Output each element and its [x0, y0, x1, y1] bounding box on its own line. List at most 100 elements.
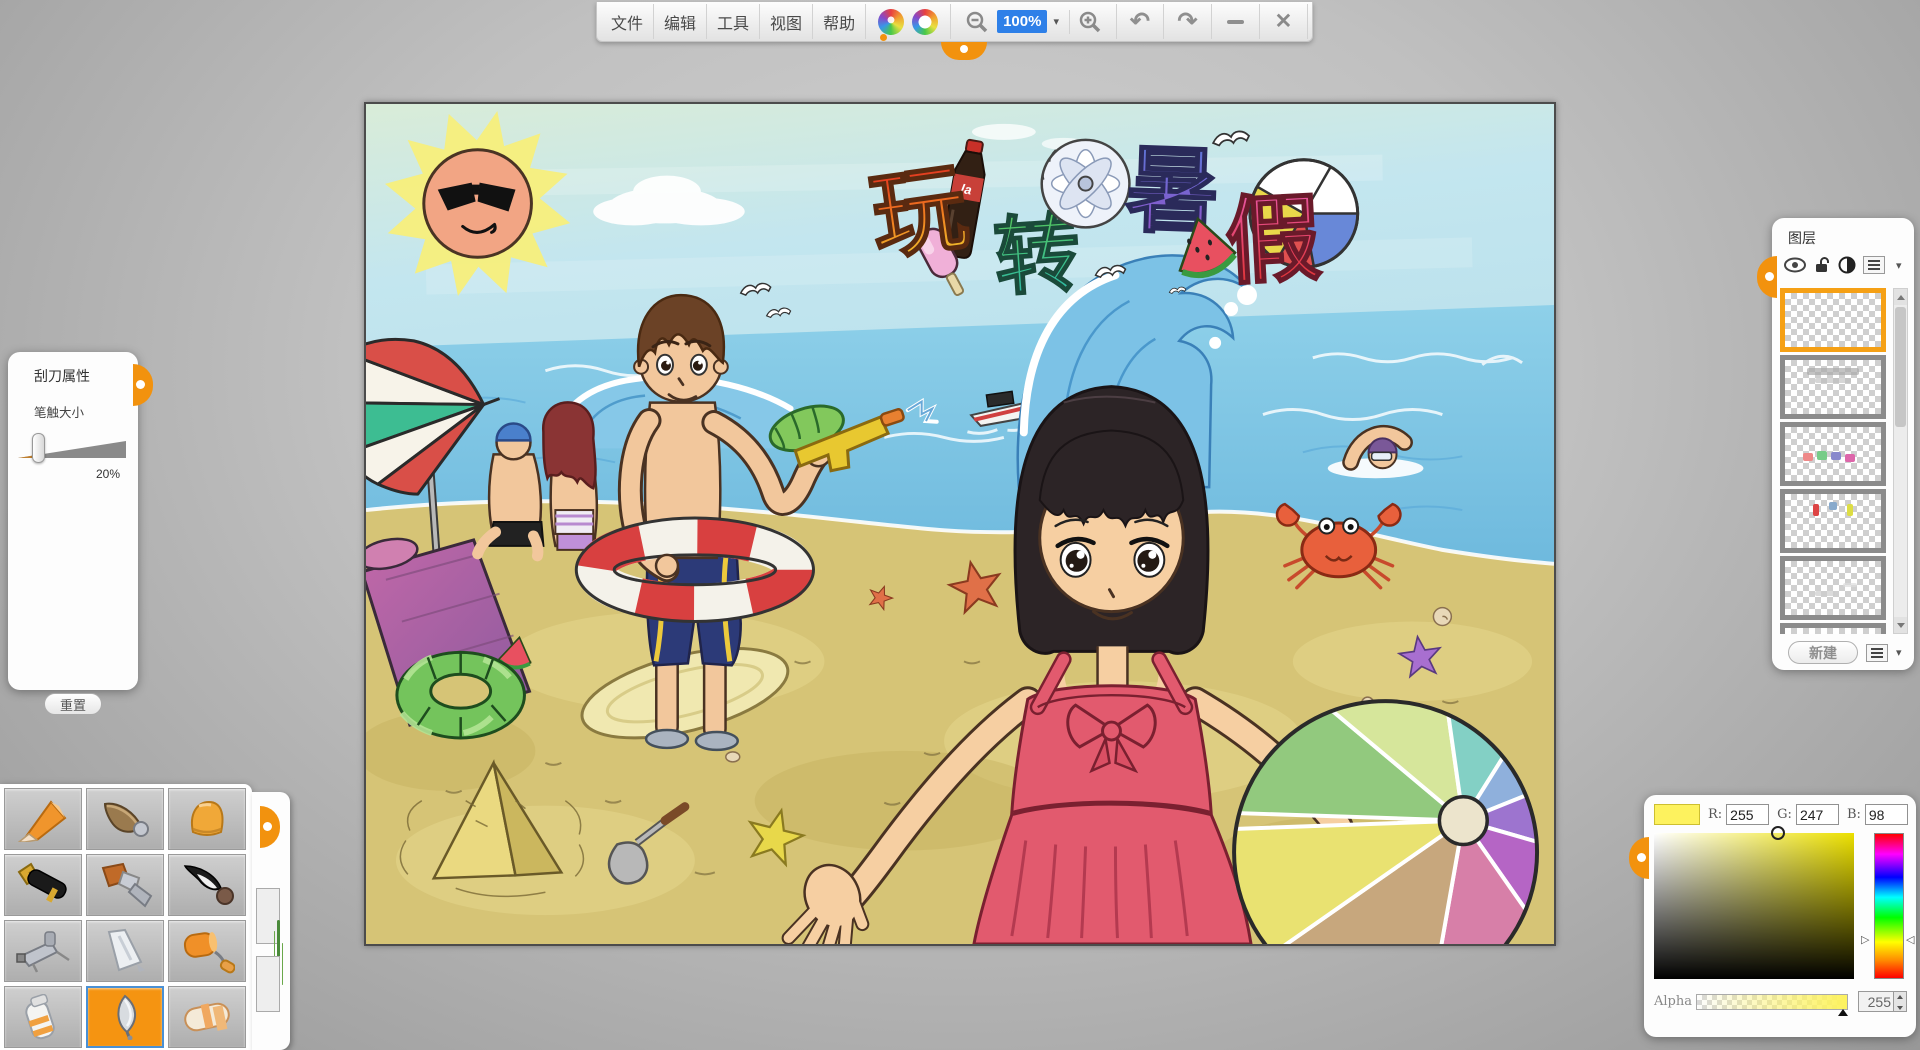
toolbar-collapse-handle[interactable]	[941, 42, 987, 60]
magnifier-minus-icon	[965, 10, 989, 34]
layer-thumbnail[interactable]	[1780, 422, 1886, 486]
brush-size-value: 20%	[8, 467, 120, 481]
pencil-icon	[15, 796, 71, 842]
layer-visibility-button[interactable]	[1784, 257, 1806, 273]
tool-fountain-pen[interactable]	[4, 854, 82, 916]
tool-palette	[0, 784, 252, 1050]
plant-stamp-button[interactable]	[256, 888, 280, 944]
layers-panel: 图层	[1772, 218, 1914, 670]
hue-marker-left[interactable]: ▷	[1861, 935, 1869, 946]
tool-grid	[4, 788, 248, 1048]
tool-wood-pencil[interactable]	[86, 788, 164, 850]
current-color-swatch	[1654, 804, 1700, 825]
paint-roller-icon	[179, 928, 235, 974]
redo-button[interactable]: ↷	[1164, 4, 1212, 39]
layer-thumbnail[interactable]	[1780, 489, 1886, 553]
tool-eraser[interactable]	[168, 986, 246, 1048]
scraper-panel-collapse-handle[interactable]	[133, 364, 153, 406]
layer-thumbnail[interactable]	[1780, 556, 1886, 620]
title-pinwheel	[1042, 140, 1130, 228]
tool-palette-knife[interactable]	[86, 920, 164, 982]
main-toolbar: 文件 编辑 工具 视图 帮助 100% ▾	[596, 2, 1313, 42]
scroll-up-button[interactable]	[1894, 289, 1907, 305]
menu-edit[interactable]: 编辑	[654, 4, 707, 39]
alpha-input[interactable]	[1859, 992, 1893, 1011]
blue-input[interactable]	[1865, 804, 1908, 825]
scrollbar-thumb[interactable]	[1895, 307, 1906, 427]
tool-paint-roller[interactable]	[168, 920, 246, 982]
lock-open-icon	[1813, 256, 1831, 274]
zoom-out-button[interactable]	[965, 10, 989, 34]
canvas[interactable]: la 玩 转	[364, 102, 1556, 946]
alpha-bar[interactable]	[1696, 994, 1848, 1010]
menu-help[interactable]: 帮助	[813, 4, 866, 39]
r-label: R:	[1708, 807, 1722, 822]
svg-text:玩: 玩	[864, 153, 974, 272]
alpha-spin-up[interactable]	[1894, 992, 1906, 1002]
svg-text:假: 假	[1223, 185, 1325, 297]
layer-controls: ▾	[1784, 256, 1914, 274]
alpha-label: Alpha	[1654, 994, 1696, 1009]
color-panel-collapse-handle[interactable]	[1629, 837, 1649, 879]
tool-pencil[interactable]	[4, 788, 82, 850]
green-input[interactable]	[1796, 804, 1839, 825]
list-icon	[1870, 647, 1884, 659]
menu-tools[interactable]: 工具	[707, 4, 760, 39]
tool-crayon[interactable]	[168, 788, 246, 850]
sv-cursor[interactable]	[1771, 826, 1785, 840]
menu-view[interactable]: 视图	[760, 4, 813, 39]
alpha-spin-down[interactable]	[1894, 1002, 1906, 1012]
minimize-button[interactable]	[1212, 4, 1260, 39]
blend-dropdown-caret[interactable]: ▾	[1892, 259, 1906, 272]
scraper-icon	[97, 994, 153, 1040]
undo-button[interactable]: ↶	[1116, 4, 1164, 39]
alpha-value-box	[1858, 991, 1907, 1012]
zoom-in-button[interactable]	[1069, 10, 1102, 34]
rgb-row: R: G: B:	[1654, 804, 1908, 825]
tool-scraper-selected[interactable]	[86, 986, 164, 1048]
brush-library-icon[interactable]	[878, 9, 904, 35]
g-label: G:	[1777, 807, 1792, 822]
palette-collapse-handle[interactable]	[260, 806, 280, 848]
fountain-pen-icon	[15, 862, 71, 908]
hue-marker-right[interactable]: ◁	[1906, 935, 1914, 946]
layers-footer: 新建 ▾	[1772, 641, 1914, 664]
layers-scrollbar[interactable]	[1893, 288, 1908, 634]
tool-paint-brush[interactable]	[86, 854, 164, 916]
zoom-dropdown-caret[interactable]: ▾	[1049, 15, 1063, 28]
new-layer-button[interactable]: 新建	[1788, 641, 1858, 664]
red-input[interactable]	[1726, 804, 1769, 825]
color-wheel-icon[interactable]	[912, 9, 938, 35]
hue-bar[interactable]	[1874, 833, 1904, 979]
zoom-level-badge[interactable]: 100%	[997, 10, 1047, 33]
alpha-row: Alpha	[1644, 991, 1916, 1012]
tool-airbrush[interactable]	[4, 920, 82, 982]
brush-size-slider[interactable]	[16, 431, 130, 465]
layer-menu-button[interactable]	[1866, 644, 1888, 662]
layer-thumbnail[interactable]	[1780, 355, 1886, 419]
reset-button[interactable]: 重置	[44, 693, 102, 715]
eraser-icon	[179, 994, 235, 1040]
slider-thumb[interactable]	[32, 433, 45, 463]
zoom-group: 100% ▾	[951, 4, 1116, 39]
saturation-value-area[interactable]	[1654, 833, 1854, 979]
minimize-icon	[1227, 20, 1244, 24]
layer-menu-caret[interactable]: ▾	[1892, 646, 1906, 659]
layer-thumbnail[interactable]	[1780, 623, 1886, 634]
palette-knife-icon	[97, 928, 153, 974]
tool-ink-brush[interactable]	[168, 854, 246, 916]
close-button[interactable]: ✕	[1260, 4, 1308, 39]
layer-lock-button[interactable]	[1813, 256, 1831, 274]
scroll-down-button[interactable]	[1894, 617, 1907, 633]
menu-file[interactable]: 文件	[601, 4, 654, 39]
alpha-marker[interactable]	[1838, 1009, 1848, 1016]
texture-stamp-button[interactable]	[256, 956, 280, 1012]
layer-blend-button[interactable]	[1863, 256, 1885, 274]
layers-collapse-handle[interactable]	[1757, 256, 1777, 298]
b-label: B:	[1847, 807, 1861, 822]
layer-opacity-button[interactable]	[1838, 256, 1856, 274]
layers-title: 图层	[1788, 228, 1914, 248]
tool-paint-tube[interactable]	[4, 986, 82, 1048]
app-window: 文件 编辑 工具 视图 帮助 100% ▾	[0, 0, 1920, 1050]
layer-thumbnail-selected[interactable]	[1780, 288, 1886, 352]
